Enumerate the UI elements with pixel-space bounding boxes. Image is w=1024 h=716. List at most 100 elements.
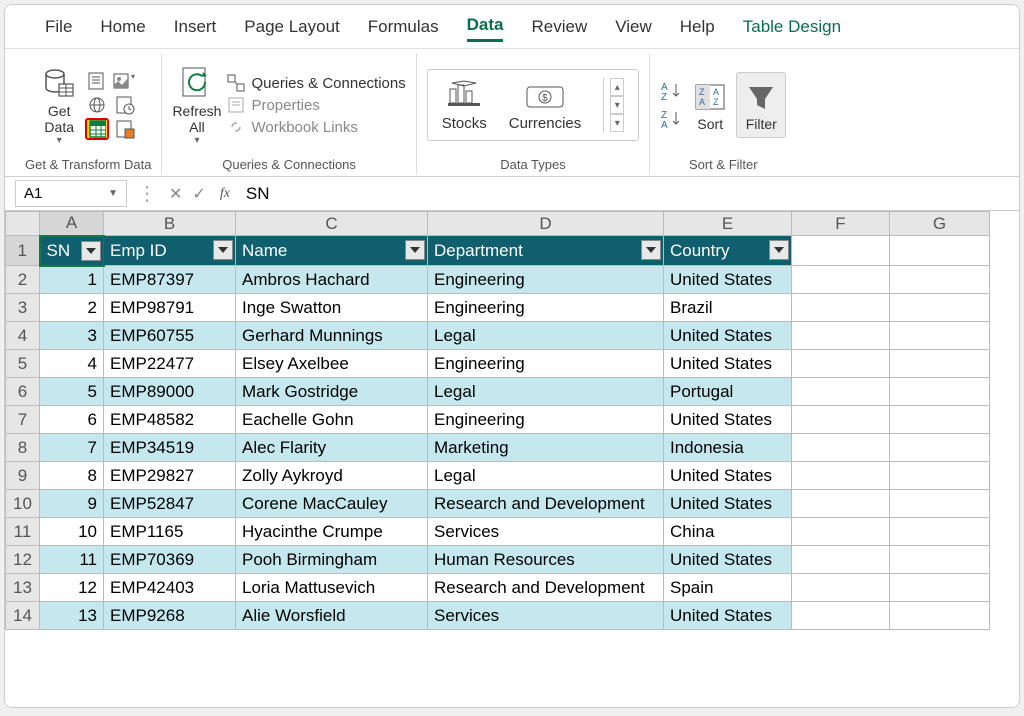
cell[interactable]: Inge Swatton: [236, 294, 428, 322]
cell[interactable]: 10: [40, 518, 104, 546]
cell[interactable]: [890, 574, 990, 602]
row-header[interactable]: 5: [6, 350, 40, 378]
cell[interactable]: Pooh Birmingham: [236, 546, 428, 574]
cell[interactable]: 4: [40, 350, 104, 378]
enter-edit-icon[interactable]: ✓: [192, 184, 205, 204]
cell[interactable]: EMP98791: [104, 294, 236, 322]
cell[interactable]: Brazil: [664, 294, 792, 322]
cell[interactable]: China: [664, 518, 792, 546]
tab-data[interactable]: Data: [467, 15, 504, 42]
tab-formulas[interactable]: Formulas: [368, 17, 439, 41]
cell[interactable]: 12: [40, 574, 104, 602]
get-data-button[interactable]: Get Data ▾: [39, 64, 79, 146]
worksheet-grid[interactable]: A B C D E F G 1 SN Emp ID Name Departmen…: [5, 211, 1019, 707]
from-picture-icon[interactable]: ▾: [113, 70, 137, 92]
from-web-icon[interactable]: [85, 94, 109, 116]
cell[interactable]: [792, 602, 890, 630]
cell[interactable]: United States: [664, 490, 792, 518]
column-header[interactable]: G: [890, 212, 990, 236]
cell[interactable]: [890, 546, 990, 574]
cell[interactable]: Loria Mattusevich: [236, 574, 428, 602]
select-all-corner[interactable]: [6, 212, 40, 236]
tab-view[interactable]: View: [615, 17, 652, 41]
column-header[interactable]: C: [236, 212, 428, 236]
cell[interactable]: 1: [40, 266, 104, 294]
cell[interactable]: EMP70369: [104, 546, 236, 574]
cell[interactable]: 5: [40, 378, 104, 406]
cell[interactable]: EMP22477: [104, 350, 236, 378]
table-header-sn[interactable]: SN: [40, 236, 104, 266]
tab-table-design[interactable]: Table Design: [743, 17, 841, 41]
tab-insert[interactable]: Insert: [174, 17, 217, 41]
row-header[interactable]: 9: [6, 462, 40, 490]
cell[interactable]: Engineering: [428, 294, 664, 322]
cell[interactable]: United States: [664, 322, 792, 350]
cell[interactable]: [792, 350, 890, 378]
row-header[interactable]: 14: [6, 602, 40, 630]
cell[interactable]: [792, 462, 890, 490]
row-header[interactable]: 3: [6, 294, 40, 322]
row-header[interactable]: 10: [6, 490, 40, 518]
cell[interactable]: Research and Development: [428, 490, 664, 518]
cancel-edit-icon[interactable]: ✕: [169, 184, 182, 204]
cell[interactable]: Portugal: [664, 378, 792, 406]
properties-button[interactable]: Properties: [227, 96, 405, 114]
cell[interactable]: [890, 490, 990, 518]
from-table-range-icon[interactable]: [85, 118, 109, 140]
row-header[interactable]: 7: [6, 406, 40, 434]
cell[interactable]: Gerhard Munnings: [236, 322, 428, 350]
refresh-all-button[interactable]: Refresh All ▾: [172, 64, 221, 146]
recent-sources-icon[interactable]: [113, 94, 137, 116]
cell[interactable]: Services: [428, 518, 664, 546]
cell[interactable]: Legal: [428, 378, 664, 406]
row-header[interactable]: 12: [6, 546, 40, 574]
cell[interactable]: EMP60755: [104, 322, 236, 350]
table-header-name[interactable]: Name: [236, 236, 428, 266]
cell[interactable]: Elsey Axelbee: [236, 350, 428, 378]
row-header[interactable]: 6: [6, 378, 40, 406]
cell[interactable]: Human Resources: [428, 546, 664, 574]
cell[interactable]: Spain: [664, 574, 792, 602]
cell[interactable]: [792, 434, 890, 462]
cell[interactable]: EMP89000: [104, 378, 236, 406]
cell[interactable]: Services: [428, 602, 664, 630]
column-header[interactable]: A: [40, 212, 104, 236]
column-header[interactable]: B: [104, 212, 236, 236]
tab-page-layout[interactable]: Page Layout: [244, 17, 339, 41]
cell[interactable]: [792, 322, 890, 350]
cell[interactable]: 3: [40, 322, 104, 350]
cell[interactable]: Engineering: [428, 350, 664, 378]
datatype-down-icon[interactable]: ▾: [610, 96, 624, 114]
cell[interactable]: Alec Flarity: [236, 434, 428, 462]
queries-connections-button[interactable]: Queries & Connections: [227, 74, 405, 92]
cell[interactable]: Research and Development: [428, 574, 664, 602]
cell[interactable]: Mark Gostridge: [236, 378, 428, 406]
cell[interactable]: 11: [40, 546, 104, 574]
tab-help[interactable]: Help: [680, 17, 715, 41]
cell[interactable]: [792, 378, 890, 406]
workbook-links-button[interactable]: Workbook Links: [227, 118, 405, 136]
currencies-button[interactable]: $ Currencies: [509, 79, 582, 132]
cell[interactable]: EMP87397: [104, 266, 236, 294]
stocks-button[interactable]: Stocks: [442, 79, 487, 132]
cell[interactable]: United States: [664, 546, 792, 574]
cell[interactable]: Engineering: [428, 266, 664, 294]
row-header[interactable]: 1: [6, 236, 40, 266]
cell[interactable]: EMP34519: [104, 434, 236, 462]
cell[interactable]: United States: [664, 266, 792, 294]
from-text-icon[interactable]: [85, 70, 109, 92]
name-box[interactable]: A1 ▼: [15, 180, 127, 207]
cell[interactable]: [890, 322, 990, 350]
row-header[interactable]: 2: [6, 266, 40, 294]
cell[interactable]: Legal: [428, 462, 664, 490]
cell[interactable]: [792, 490, 890, 518]
datatype-up-icon[interactable]: ▴: [610, 78, 624, 96]
cell[interactable]: Legal: [428, 322, 664, 350]
row-header[interactable]: 13: [6, 574, 40, 602]
cell[interactable]: [890, 518, 990, 546]
filter-dropdown-icon[interactable]: [81, 241, 101, 261]
cell[interactable]: EMP29827: [104, 462, 236, 490]
cell[interactable]: EMP48582: [104, 406, 236, 434]
cell[interactable]: Eachelle Gohn: [236, 406, 428, 434]
cell[interactable]: United States: [664, 406, 792, 434]
